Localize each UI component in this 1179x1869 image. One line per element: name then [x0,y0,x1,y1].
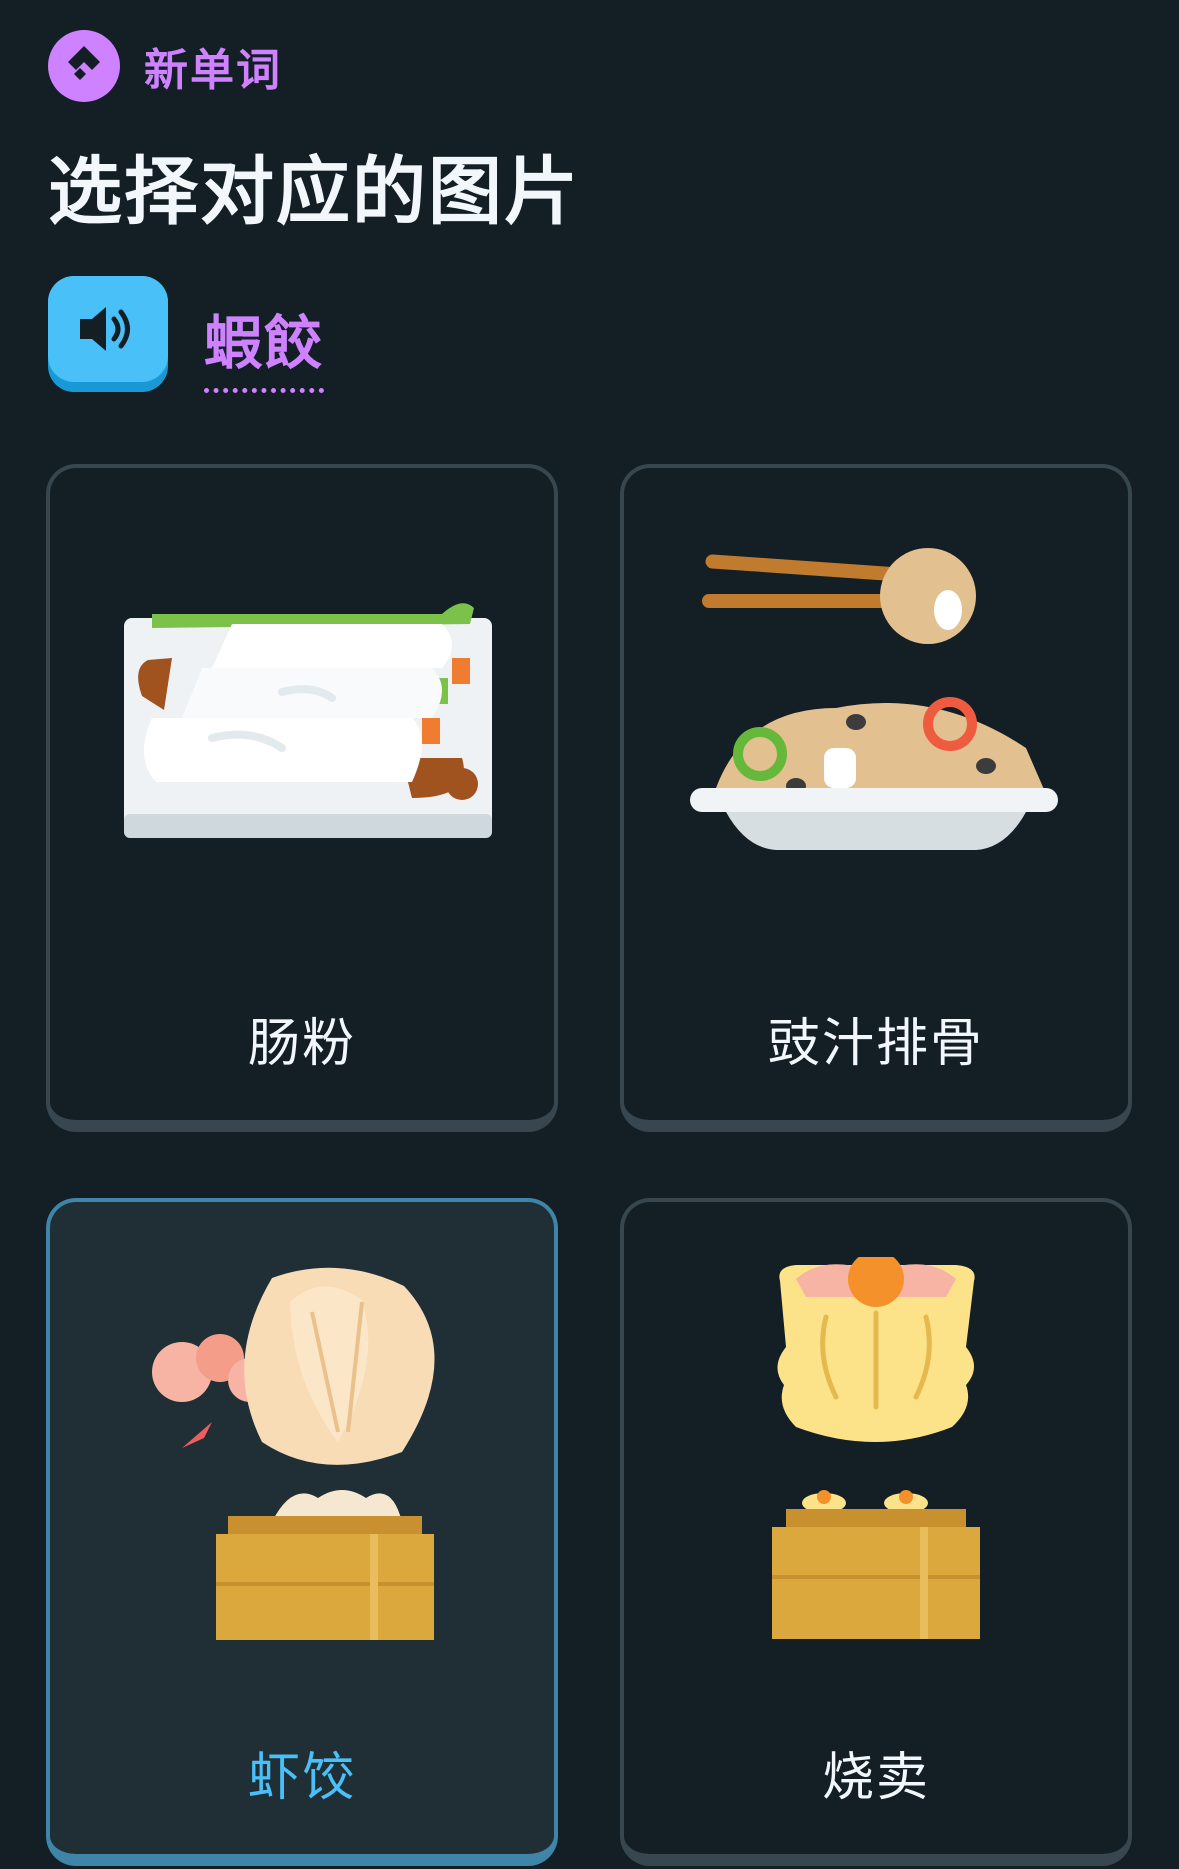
option-card-4[interactable]: 烧卖 [620,1198,1132,1866]
black-bean-spare-ribs-icon [690,548,1058,850]
siu-mai-icon [772,1257,980,1639]
page-title: 选择对应的图片 [48,149,580,235]
option-label: 虾饺 [247,1748,356,1808]
option-card-3[interactable]: 虾饺 [46,1198,558,1866]
shrimp-dumpling-icon [152,1267,435,1640]
new-word-badge: 新单词 [48,30,282,102]
option-card-2[interactable]: 豉汁排骨 [620,464,1132,1132]
speaker-icon [80,307,130,351]
rice-noodle-roll-icon [124,603,492,838]
option-label: 豉汁排骨 [767,1014,984,1074]
prompt-word[interactable]: 蝦餃 [204,296,325,393]
option-card-1[interactable]: 肠粉 [46,464,558,1132]
new-word-icon [48,30,120,102]
option-label: 肠粉 [247,1014,356,1074]
play-audio-button[interactable] [48,276,168,392]
option-label: 烧卖 [821,1748,930,1808]
new-word-label: 新单词 [144,45,282,96]
